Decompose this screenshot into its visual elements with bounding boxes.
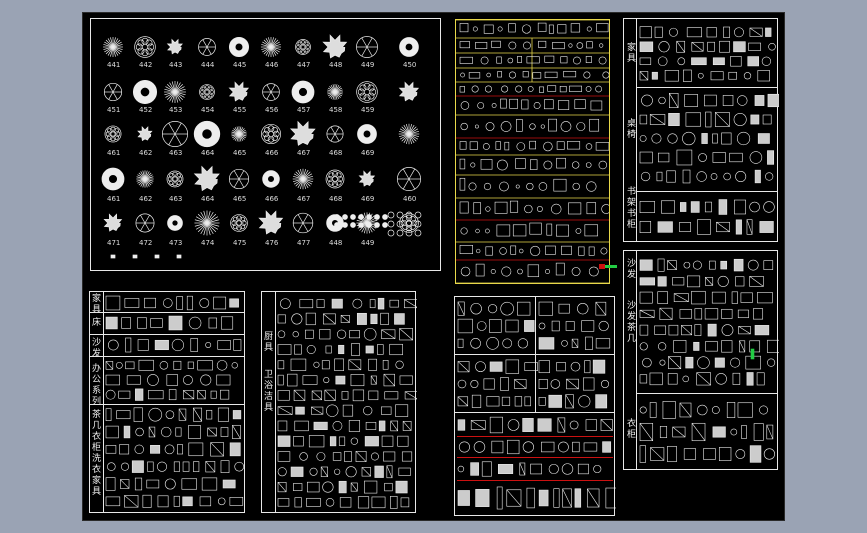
sofa-sheet[interactable]: 沙发 沙发茶几 衣柜: [623, 250, 779, 470]
plant-caption: 457: [297, 106, 311, 114]
plant-caption: 467: [297, 195, 311, 203]
plant-caption: 471: [107, 239, 121, 247]
cad-model-space[interactable]: 441 442 443 444 445 446 447 448 449 450 451 452 453 4…: [82, 12, 785, 521]
plant-caption: 463: [169, 195, 183, 203]
plant-caption: 464: [201, 195, 215, 203]
plant-caption: 467: [297, 149, 311, 157]
plant-caption: 446: [265, 61, 279, 69]
plant-caption: 451: [107, 106, 121, 114]
plant-caption: 448: [329, 239, 343, 247]
plant-caption: 462: [139, 149, 153, 157]
doors-windows-symbols: [457, 301, 616, 510]
plant-caption: 474: [201, 239, 215, 247]
plant-caption: 468: [329, 195, 343, 203]
plant-caption: 445: [233, 61, 247, 69]
plant-symbols: [101, 34, 422, 259]
plant-caption: 456: [265, 106, 279, 114]
plant-caption: 469: [361, 149, 375, 157]
plants-sheet[interactable]: 441 442 443 444 445 446 447 448 449 450 451 452 453 4…: [90, 18, 441, 271]
plant-caption: 461: [107, 195, 121, 203]
bedroom-office-symbols: [105, 295, 245, 508]
plant-caption: 477: [297, 239, 311, 247]
plant-caption: 458: [329, 106, 343, 114]
plant-caption: 466: [265, 195, 279, 203]
plant-caption: 466: [265, 149, 279, 157]
plant-caption: 444: [201, 61, 215, 69]
kitchen-bath-sheet[interactable]: 厨具 卫浴 洁具: [261, 291, 417, 513]
plant-caption: 442: [139, 61, 153, 69]
plant-caption: 449: [361, 239, 375, 247]
plant-caption: 463: [169, 149, 183, 157]
plant-caption: 454: [201, 106, 215, 114]
furniture-grid-sheet[interactable]: [455, 19, 610, 284]
plant-caption: 448: [329, 61, 343, 69]
plant-caption: 443: [169, 61, 183, 69]
red-marker: [599, 264, 605, 269]
plant-caption: 475: [233, 239, 247, 247]
plant-caption: 469: [361, 195, 375, 203]
plant-caption: 461: [107, 149, 121, 157]
tables-chairs-symbols: [639, 26, 779, 235]
plant-caption: 465: [233, 195, 247, 203]
plant-caption: 453: [169, 106, 183, 114]
plant-caption: 447: [297, 61, 311, 69]
plant-caption: 460: [403, 195, 417, 203]
plant-caption: 473: [169, 239, 183, 247]
plant-caption: 464: [201, 149, 215, 157]
plant-caption: 450: [403, 61, 417, 69]
doors-windows-sheet[interactable]: [454, 296, 616, 516]
plant-caption: 452: [139, 106, 153, 114]
plant-caption: 476: [265, 239, 279, 247]
plant-caption: 472: [139, 239, 153, 247]
sofa-symbols: [639, 258, 779, 463]
plant-caption: 455: [233, 106, 247, 114]
plant-caption: 462: [139, 195, 153, 203]
furniture-grid-symbols: [456, 20, 609, 283]
plant-caption: 465: [233, 149, 247, 157]
bedroom-office-sheet[interactable]: 家具 床 沙发 办公系列 茶几 衣柜 洗衣 家具: [89, 291, 245, 513]
plant-caption: 449: [361, 61, 375, 69]
tables-chairs-sheet[interactable]: 家具 桌椅 书架书柜: [623, 18, 779, 242]
plant-caption: 459: [361, 106, 375, 114]
plant-caption: 468: [329, 149, 343, 157]
kitchen-bath-symbols: [277, 297, 417, 509]
plant-caption: 441: [107, 61, 121, 69]
green-marker: [603, 265, 617, 268]
